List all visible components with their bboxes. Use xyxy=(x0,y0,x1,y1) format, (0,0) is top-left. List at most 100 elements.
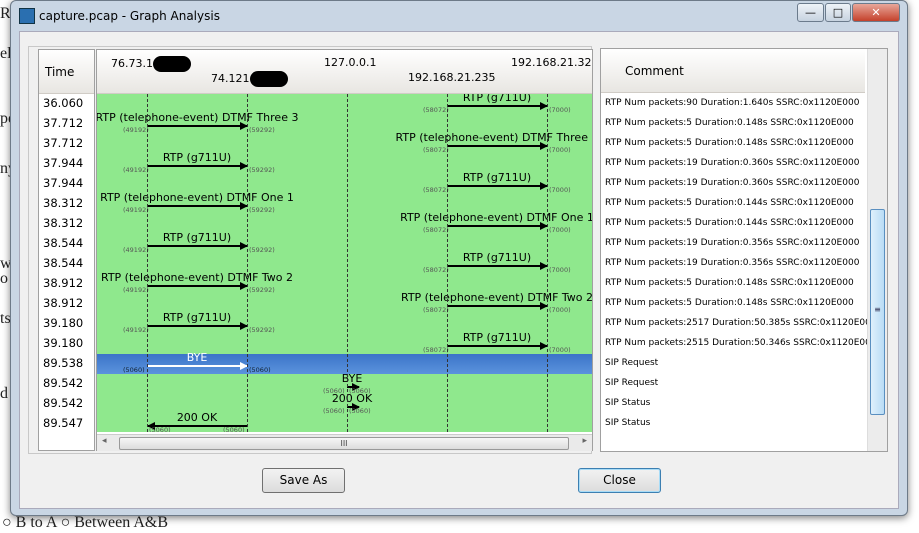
time-cell[interactable]: 38.544 xyxy=(39,236,93,250)
message-label[interactable]: RTP (telephone-event) DTMF Three 3 xyxy=(396,131,592,144)
destination-port: (59292) xyxy=(249,286,275,294)
time-cell[interactable]: 37.712 xyxy=(39,136,93,150)
message-label[interactable]: RTP (g711U) xyxy=(463,94,531,104)
redaction xyxy=(153,56,191,72)
time-cell[interactable]: 89.538 xyxy=(39,356,93,370)
message-label[interactable]: RTP (g711U) xyxy=(163,231,231,244)
minimize-button[interactable]: — xyxy=(797,3,824,22)
message-arrow[interactable] xyxy=(447,145,547,147)
lifeline xyxy=(147,94,148,432)
message-label[interactable]: RTP (g711U) xyxy=(163,151,231,164)
comment-cell[interactable]: RTP Num packets:5 Duration:0.148s SSRC:0… xyxy=(605,278,854,288)
destination-port: (59292) xyxy=(249,126,275,134)
destination-port: (7000) xyxy=(549,226,571,234)
lifeline xyxy=(247,94,248,432)
save-as-button[interactable]: Save As xyxy=(262,468,345,493)
comment-cell[interactable]: RTP Num packets:19 Duration:0.360s SSRC:… xyxy=(605,178,859,188)
message-arrow[interactable] xyxy=(147,165,247,167)
close-button[interactable]: Close xyxy=(578,468,661,493)
background-text: o xyxy=(0,270,8,287)
time-cell[interactable]: 38.912 xyxy=(39,296,93,310)
message-label[interactable]: RTP (telephone-event) DTMF Three 3 xyxy=(97,111,298,124)
message-label[interactable]: RTP (g711U) xyxy=(463,331,531,344)
graph-panel: 76.73.1 74.121 127.0.0.1 192.168.21.235 … xyxy=(96,49,593,451)
radio-label: Between A&B xyxy=(74,514,169,531)
comment-cell[interactable]: RTP Num packets:90 Duration:1.640s SSRC:… xyxy=(605,98,859,108)
time-cell[interactable]: 37.944 xyxy=(39,156,93,170)
source-port: (58072) xyxy=(423,146,449,154)
time-cell[interactable]: 89.542 xyxy=(39,396,93,410)
message-label[interactable]: RTP (g711U) xyxy=(463,171,531,184)
message-arrow[interactable] xyxy=(147,325,247,327)
comment-cell[interactable]: RTP Num packets:5 Duration:0.148s SSRC:0… xyxy=(605,118,854,128)
destination-port: (7000) xyxy=(549,266,571,274)
background-text: d xyxy=(0,385,8,402)
vertical-scroll-thumb[interactable]: ≡ xyxy=(870,209,885,415)
time-cell[interactable]: 38.312 xyxy=(39,216,93,230)
message-arrow[interactable] xyxy=(147,365,247,367)
comment-cell[interactable]: RTP Num packets:5 Duration:0.148s SSRC:0… xyxy=(605,298,854,308)
time-cell[interactable]: 38.912 xyxy=(39,276,93,290)
message-label[interactable]: 200 OK xyxy=(177,411,217,424)
source-port: (49192) xyxy=(123,206,149,214)
selected-row-highlight[interactable] xyxy=(97,354,592,374)
message-arrow[interactable] xyxy=(447,345,547,347)
comment-cell[interactable]: RTP Num packets:5 Duration:0.148s SSRC:0… xyxy=(605,138,854,148)
comment-cell[interactable]: RTP Num packets:19 Duration:0.356s SSRC:… xyxy=(605,238,859,248)
scroll-left-icon[interactable]: ◂ xyxy=(102,436,107,446)
host-3: 192.168.21.235 xyxy=(408,71,496,84)
comment-cell[interactable]: RTP Num packets:2517 Duration:50.385s SS… xyxy=(605,318,877,328)
message-arrow[interactable] xyxy=(447,185,547,187)
comment-cell[interactable]: RTP Num packets:19 Duration:0.360s SSRC:… xyxy=(605,158,859,168)
message-label[interactable]: 200 OK xyxy=(332,392,372,405)
time-cell[interactable]: 38.544 xyxy=(39,256,93,270)
message-arrow[interactable] xyxy=(147,125,247,127)
time-cell[interactable]: 37.712 xyxy=(39,116,93,130)
message-label[interactable]: BYE xyxy=(187,351,208,364)
time-column: Time 36.060 37.712 37.712 37.944 37.944 38.31… xyxy=(38,49,95,451)
horizontal-scrollbar[interactable]: ◂ III ▸ xyxy=(97,434,592,451)
comment-cell[interactable]: RTP Num packets:2515 Duration:50.346s SS… xyxy=(605,338,877,348)
redaction xyxy=(249,71,288,87)
destination-port: (5060) xyxy=(249,366,271,374)
maximize-button[interactable]: □ xyxy=(825,3,851,22)
message-arrow[interactable] xyxy=(447,265,547,267)
comment-cell[interactable]: RTP Num packets:5 Duration:0.144s SSRC:0… xyxy=(605,198,854,208)
comment-cell[interactable]: SIP Status xyxy=(605,398,650,408)
time-cell[interactable]: 39.180 xyxy=(39,316,93,330)
comment-cell[interactable]: SIP Request xyxy=(605,358,658,368)
comment-cell[interactable]: SIP Request xyxy=(605,378,658,388)
flow-graph[interactable]: RTP (g711U) (58072) (7000) RTP (telephone-e… xyxy=(97,94,592,432)
comment-cell[interactable]: SIP Status xyxy=(605,418,650,428)
message-arrow[interactable] xyxy=(447,225,547,227)
message-arrow[interactable] xyxy=(147,205,247,207)
comment-panel: Comment RTP Num packets:90 Duration:1.64… xyxy=(600,48,888,452)
destination-port: (7000) xyxy=(549,346,571,354)
message-label[interactable]: BYE xyxy=(342,372,363,385)
source-port: (58072) xyxy=(423,186,449,194)
time-cell[interactable]: 89.542 xyxy=(39,376,93,390)
time-cell[interactable]: 39.180 xyxy=(39,336,93,350)
message-arrow[interactable] xyxy=(447,105,547,107)
message-arrow[interactable] xyxy=(447,305,547,307)
lifeline xyxy=(547,94,548,432)
message-label[interactable]: RTP (telephone-event) DTMF One 1 xyxy=(100,191,294,204)
comment-cell[interactable]: RTP Num packets:19 Duration:0.356s SSRC:… xyxy=(605,258,859,268)
time-cell[interactable]: 36.060 xyxy=(39,96,93,110)
scroll-thumb[interactable]: III xyxy=(119,437,569,450)
time-cell[interactable]: 89.547 xyxy=(39,416,93,430)
time-cell[interactable]: 37.944 xyxy=(39,176,93,190)
message-label[interactable]: RTP (g711U) xyxy=(163,311,231,324)
radio-b-to-a[interactable]: ○ B to A ○ Between A&B xyxy=(2,514,168,532)
comment-cell[interactable]: RTP Num packets:5 Duration:0.144s SSRC:0… xyxy=(605,218,854,228)
message-label[interactable]: RTP (telephone-event) DTMF Two 2 xyxy=(101,271,293,284)
message-arrow[interactable] xyxy=(147,285,247,287)
vertical-scrollbar[interactable]: ≡ xyxy=(867,49,887,451)
scroll-right-icon[interactable]: ▸ xyxy=(582,436,587,446)
close-window-button[interactable]: ✕ xyxy=(852,3,900,22)
time-cell[interactable]: 38.312 xyxy=(39,196,93,210)
message-label[interactable]: RTP (telephone-event) DTMF Two 2 xyxy=(401,291,592,304)
message-label[interactable]: RTP (g711U) xyxy=(463,251,531,264)
message-arrow[interactable] xyxy=(147,245,247,247)
message-label[interactable]: RTP (telephone-event) DTMF One 1 xyxy=(400,211,592,224)
